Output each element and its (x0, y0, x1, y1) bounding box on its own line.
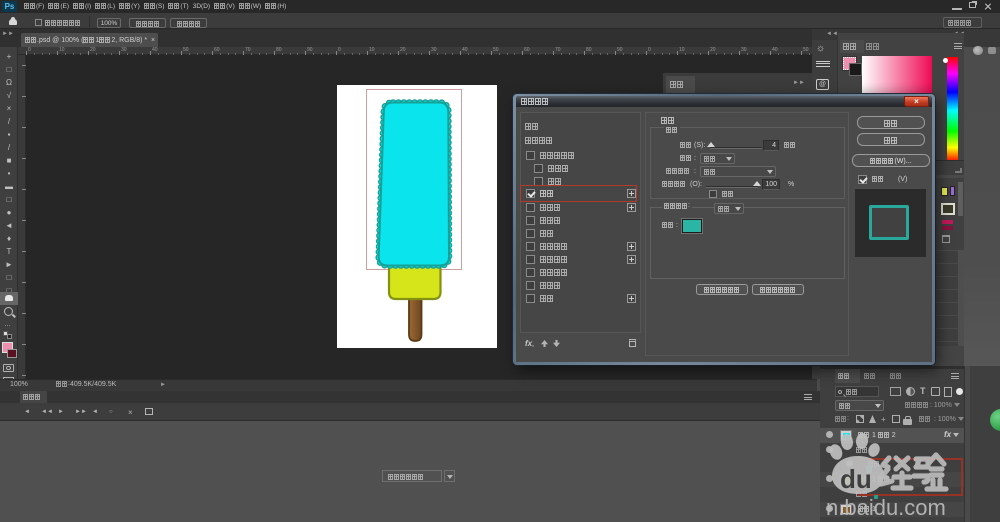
svg-text:n.baidu.com: n.baidu.com (826, 495, 946, 520)
svg-text:du: du (840, 464, 872, 494)
